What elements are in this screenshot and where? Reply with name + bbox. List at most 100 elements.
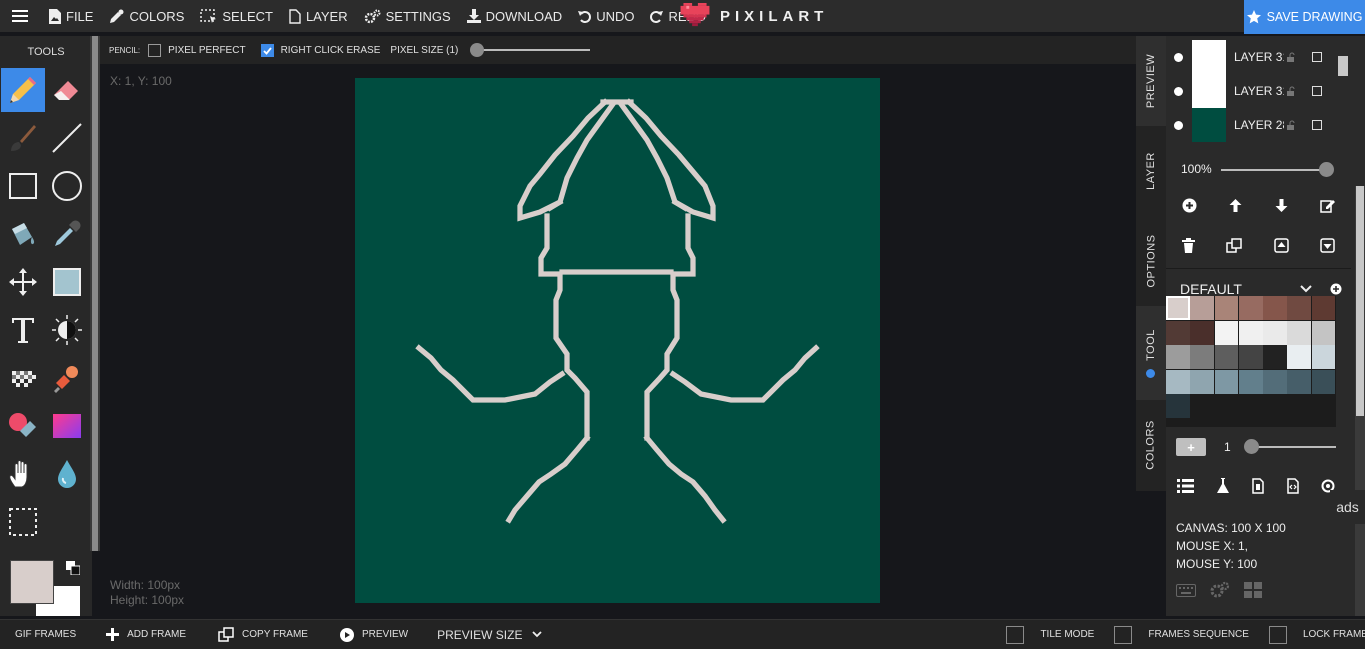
- palette-swatch[interactable]: [1311, 296, 1336, 320]
- unlock-icon[interactable]: [1286, 86, 1296, 96]
- tools-scrollbar[interactable]: [90, 36, 100, 551]
- tool-water[interactable]: [45, 452, 89, 496]
- tools-scrollbar-thumb[interactable]: [92, 36, 98, 551]
- panel-scrollbar-thumb[interactable]: [1356, 186, 1364, 416]
- tool-dropper[interactable]: [45, 212, 89, 256]
- add-layer-icon[interactable]: [1182, 198, 1197, 213]
- brush-size-knob[interactable]: [1244, 439, 1259, 454]
- menu-download[interactable]: DOWNLOAD: [459, 0, 571, 32]
- palette-swatch[interactable]: [1238, 345, 1263, 369]
- tile-mode-option[interactable]: TILE MODE: [1006, 625, 1094, 644]
- palette-swatch[interactable]: [1190, 369, 1215, 394]
- palette-swatch[interactable]: [1214, 345, 1239, 369]
- layer-opacity-knob[interactable]: [1319, 162, 1334, 177]
- layer-row[interactable]: LAYER 31: [1166, 40, 1336, 74]
- layer-visibility-toggle[interactable]: [1174, 120, 1183, 130]
- palette-swatch[interactable]: [1263, 369, 1287, 394]
- palette-swatch[interactable]: [1311, 320, 1336, 345]
- add-palette-icon[interactable]: [1330, 283, 1342, 295]
- file-text-icon[interactable]: [1252, 478, 1265, 494]
- tool-gradient[interactable]: [45, 404, 89, 448]
- palette-swatch[interactable]: [1166, 394, 1190, 418]
- grid-icon[interactable]: [1244, 582, 1262, 598]
- tool-fill-shape[interactable]: [45, 260, 89, 304]
- palette-swatch[interactable]: [1238, 369, 1263, 394]
- palette-swatch[interactable]: [1166, 369, 1190, 394]
- palette-swatch[interactable]: [1311, 369, 1336, 394]
- tab-tool[interactable]: TOOL: [1136, 306, 1166, 400]
- menu-select[interactable]: SELECT: [192, 0, 281, 32]
- pixel-perfect-checkbox[interactable]: [148, 43, 162, 57]
- preview-size-select[interactable]: PREVIEW SIZE: [437, 628, 550, 642]
- layer-select-checkbox[interactable]: [1312, 120, 1322, 130]
- menu-settings[interactable]: SETTINGS: [356, 0, 459, 32]
- palette-swatch[interactable]: [1214, 369, 1239, 394]
- duplicate-icon[interactable]: [1226, 237, 1242, 253]
- tool-line[interactable]: [45, 116, 89, 160]
- drawing-canvas[interactable]: [355, 78, 880, 603]
- tile-mode-checkbox[interactable]: [1006, 625, 1025, 644]
- tool-color-replace[interactable]: [1, 404, 45, 448]
- menu-file[interactable]: FILE: [40, 0, 101, 32]
- pixel-size-slider[interactable]: [470, 43, 591, 57]
- tab-preview[interactable]: PREVIEW: [1136, 36, 1166, 126]
- palette-swatch[interactable]: [1287, 320, 1312, 345]
- layer-select-checkbox[interactable]: [1312, 52, 1322, 62]
- palette-swatch[interactable]: [1287, 345, 1312, 369]
- frames-sequence-option[interactable]: FRAMES SEQUENCE: [1114, 625, 1249, 644]
- layer-select-checkbox[interactable]: [1312, 86, 1322, 96]
- frames-sequence-checkbox[interactable]: [1114, 625, 1133, 644]
- layer-row[interactable]: LAYER 31: [1166, 74, 1336, 108]
- palette-swatch[interactable]: [1238, 320, 1263, 345]
- pixel-perfect-option[interactable]: PIXEL PERFECT: [148, 43, 246, 57]
- tool-circle[interactable]: [45, 164, 89, 208]
- merge-up-icon[interactable]: [1274, 237, 1289, 253]
- pixilart-logo[interactable]: PIXILART: [680, 0, 828, 32]
- palette-swatch[interactable]: [1166, 296, 1190, 320]
- add-color-button[interactable]: +: [1176, 438, 1206, 456]
- tool-select[interactable]: [1, 500, 45, 544]
- menu-layer[interactable]: LAYER: [281, 0, 356, 32]
- palette-swatch[interactable]: [1311, 345, 1336, 369]
- tool-move[interactable]: [1, 260, 45, 304]
- tool-dither[interactable]: [1, 356, 45, 400]
- tool-text[interactable]: [1, 308, 45, 352]
- palette-swatch[interactable]: [1287, 296, 1312, 320]
- file-code-icon[interactable]: [1286, 478, 1299, 494]
- tool-eraser[interactable]: [45, 68, 89, 112]
- layer-row[interactable]: LAYER 28: [1166, 108, 1336, 142]
- chevron-down-icon[interactable]: [1300, 284, 1312, 293]
- palette-swatch[interactable]: [1263, 296, 1287, 320]
- unlock-icon[interactable]: [1286, 52, 1296, 62]
- tab-colors[interactable]: COLORS: [1136, 400, 1166, 490]
- tool-stamp[interactable]: [45, 356, 89, 400]
- edit-icon[interactable]: [1320, 198, 1336, 213]
- copy-frame-button[interactable]: COPY FRAME: [218, 627, 308, 642]
- palette-swatch[interactable]: [1214, 320, 1239, 345]
- pixel-size-slider-knob[interactable]: [470, 43, 485, 57]
- trash-icon[interactable]: [1181, 237, 1195, 253]
- lock-frames-panel-checkbox[interactable]: [1268, 625, 1287, 644]
- save-drawing-button[interactable]: SAVE DRAWING: [1244, 0, 1365, 34]
- lock-frames-panel-option[interactable]: LOCK FRAMES PANEL: [1268, 625, 1365, 644]
- palette-swatch[interactable]: [1190, 345, 1215, 369]
- palette-swatch[interactable]: [1166, 320, 1190, 345]
- tool-rectangle[interactable]: [1, 164, 45, 208]
- merge-down-icon[interactable]: [1320, 237, 1335, 253]
- layer-visibility-toggle[interactable]: [1174, 86, 1183, 96]
- unlock-icon[interactable]: [1286, 120, 1296, 130]
- palette-swatch[interactable]: [1190, 320, 1215, 345]
- tab-layer[interactable]: LAYER: [1136, 126, 1166, 216]
- preview-button[interactable]: PREVIEW: [339, 627, 408, 642]
- add-frame-button[interactable]: ADD FRAME: [106, 628, 186, 641]
- primary-color-swatch[interactable]: [10, 560, 54, 604]
- palette-swatch[interactable]: [1166, 345, 1190, 369]
- tool-pencil[interactable]: [1, 68, 45, 112]
- menu-colors[interactable]: COLORS: [101, 0, 192, 32]
- arrow-up-icon[interactable]: [1228, 198, 1243, 213]
- flask-icon[interactable]: [1216, 478, 1230, 494]
- keyboard-icon[interactable]: [1176, 583, 1196, 597]
- tool-brush[interactable]: [1, 116, 45, 160]
- palette-swatch[interactable]: [1238, 296, 1263, 320]
- palette-swatch[interactable]: [1263, 345, 1287, 369]
